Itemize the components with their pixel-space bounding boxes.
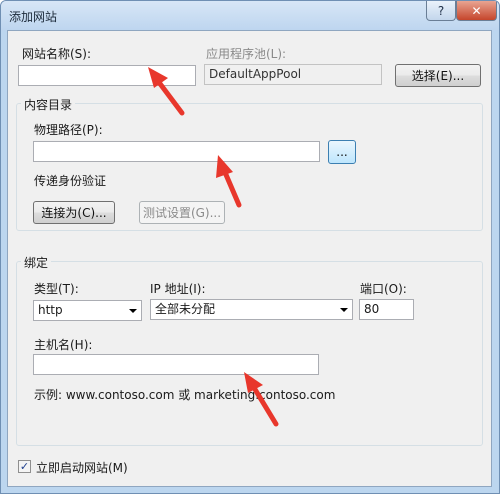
red-arrow-annotation — [244, 372, 279, 427]
red-arrow-annotation — [216, 155, 242, 208]
red-arrow-annotation — [148, 67, 185, 116]
annotation-arrows — [148, 67, 279, 427]
